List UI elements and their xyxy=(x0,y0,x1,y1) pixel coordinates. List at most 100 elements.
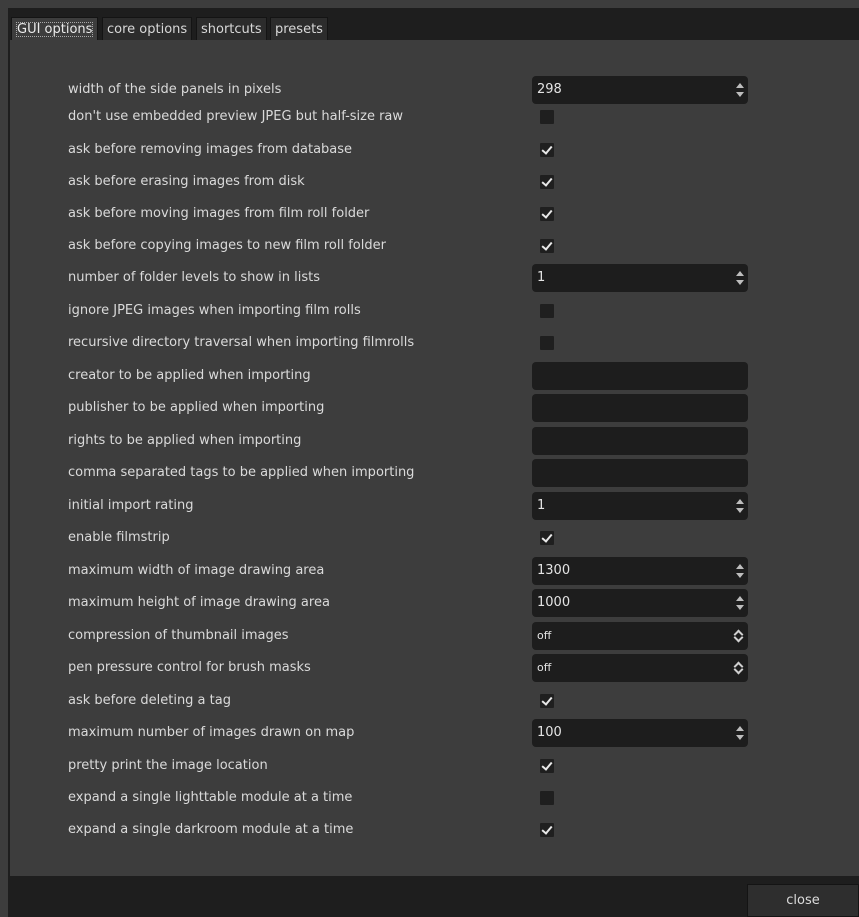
preference-row: maximum number of images drawn on map 100 xyxy=(10,719,859,747)
preference-row: creator to be applied when importing xyxy=(10,362,859,390)
preference-label: expand a single lighttable module at a t… xyxy=(68,790,353,805)
spin-arrows-icon[interactable] xyxy=(736,725,744,741)
preference-checkbox[interactable] xyxy=(540,531,554,545)
spin-arrows-icon[interactable] xyxy=(736,595,744,611)
preference-checkbox[interactable] xyxy=(540,791,554,805)
preference-label: creator to be applied when importing xyxy=(68,368,311,383)
preference-checkbox[interactable] xyxy=(540,759,554,773)
preference-row: ask before deleting a tag xyxy=(10,687,859,715)
preference-label: ask before moving images from film roll … xyxy=(68,206,370,221)
preference-label: ask before copying images to new film ro… xyxy=(68,238,386,253)
preference-row: publisher to be applied when importing xyxy=(10,394,859,422)
preference-value: 1300 xyxy=(537,563,571,578)
preference-dropdown[interactable]: off xyxy=(532,622,748,650)
preference-value: 1000 xyxy=(537,595,571,610)
preference-checkbox[interactable] xyxy=(540,110,554,124)
preference-text-field[interactable] xyxy=(532,459,748,487)
preference-value: 298 xyxy=(537,82,562,97)
preference-row: maximum height of image drawing area 1000 xyxy=(10,589,859,617)
tab-shortcuts[interactable]: shortcuts xyxy=(196,17,267,40)
preference-label: comma separated tags to be applied when … xyxy=(68,465,415,480)
preference-checkbox[interactable] xyxy=(540,143,554,157)
preference-label: initial import rating xyxy=(68,498,194,513)
preference-value: 1 xyxy=(537,498,546,513)
preference-spinbox[interactable]: 298 xyxy=(532,76,748,104)
preference-checkbox[interactable] xyxy=(540,175,554,189)
preference-label: publisher to be applied when importing xyxy=(68,400,325,415)
spin-arrows-icon[interactable] xyxy=(736,270,744,286)
preference-spinbox[interactable]: 1 xyxy=(532,264,748,292)
preference-checkbox[interactable] xyxy=(540,239,554,253)
preference-row: expand a single lighttable module at a t… xyxy=(10,784,859,812)
preference-row: ask before removing images from database xyxy=(10,136,859,164)
preference-spinbox[interactable]: 100 xyxy=(532,719,748,747)
preference-spinbox[interactable]: 1 xyxy=(532,492,748,520)
tab-label: GUI options xyxy=(16,22,94,37)
preference-value: off xyxy=(537,629,552,642)
spin-arrows-icon[interactable] xyxy=(736,498,744,514)
preference-label: pretty print the image location xyxy=(68,758,268,773)
preference-label: pen pressure control for brush masks xyxy=(68,660,311,675)
preference-row: expand a single darkroom module at a tim… xyxy=(10,816,859,844)
preference-row: width of the side panels in pixels 298 xyxy=(10,76,859,104)
preference-text-field[interactable] xyxy=(532,394,748,422)
preference-label: maximum number of images drawn on map xyxy=(68,725,355,740)
spin-arrows-icon[interactable] xyxy=(736,82,744,98)
preference-label: ignore JPEG images when importing film r… xyxy=(68,303,361,318)
preference-checkbox[interactable] xyxy=(540,207,554,221)
preference-row: compression of thumbnail images off xyxy=(10,622,859,650)
preference-row: enable filmstrip xyxy=(10,524,859,552)
preference-label: rights to be applied when importing xyxy=(68,433,302,448)
preference-checkbox[interactable] xyxy=(540,336,554,350)
tab-gui-options[interactable]: GUI options xyxy=(11,17,99,40)
preference-label: enable filmstrip xyxy=(68,530,170,545)
dialog-footer xyxy=(8,876,859,917)
tab-core-options[interactable]: core options xyxy=(102,17,193,40)
preference-spinbox[interactable]: 1300 xyxy=(532,557,748,585)
preference-text-field[interactable] xyxy=(532,362,748,390)
preference-value: off xyxy=(537,661,552,674)
preference-row: pen pressure control for brush masks off xyxy=(10,654,859,682)
preference-dropdown[interactable]: off xyxy=(532,654,748,682)
preference-label: expand a single darkroom module at a tim… xyxy=(68,822,354,837)
combo-arrows-icon[interactable] xyxy=(734,661,743,675)
preference-value: 1 xyxy=(537,270,546,285)
preference-label: don't use embedded preview JPEG but half… xyxy=(68,109,404,124)
preference-row: ask before moving images from film roll … xyxy=(10,200,859,228)
preference-row: ask before erasing images from disk xyxy=(10,168,859,196)
preference-checkbox[interactable] xyxy=(540,694,554,708)
preference-row: don't use embedded preview JPEG but half… xyxy=(10,103,859,131)
preference-row: pretty print the image location xyxy=(10,752,859,780)
preference-label: ask before removing images from database xyxy=(68,142,353,157)
preference-row: maximum width of image drawing area 1300 xyxy=(10,557,859,585)
preference-checkbox[interactable] xyxy=(540,823,554,837)
combo-arrows-icon[interactable] xyxy=(734,629,743,643)
gui-options-panel: width of the side panels in pixels 298 don… xyxy=(10,40,859,876)
tab-bar: GUI options core options shortcuts prese… xyxy=(8,8,859,40)
close-button[interactable]: close xyxy=(747,884,859,917)
preference-spinbox[interactable]: 1000 xyxy=(532,589,748,617)
preference-row: rights to be applied when importing xyxy=(10,427,859,455)
preference-label: maximum height of image drawing area xyxy=(68,595,330,610)
preference-row: recursive directory traversal when impor… xyxy=(10,329,859,357)
preference-row: ignore JPEG images when importing film r… xyxy=(10,297,859,325)
preference-label: number of folder levels to show in lists xyxy=(68,270,320,285)
preference-row: number of folder levels to show in lists… xyxy=(10,264,859,292)
tab-presets[interactable]: presets xyxy=(270,17,328,40)
tab-label: core options xyxy=(107,22,188,37)
preference-value: 100 xyxy=(537,725,562,740)
preference-checkbox[interactable] xyxy=(540,304,554,318)
preference-label: width of the side panels in pixels xyxy=(68,82,282,97)
tab-label: presets xyxy=(275,22,323,37)
preference-row: ask before copying images to new film ro… xyxy=(10,232,859,260)
tab-label: shortcuts xyxy=(201,22,262,37)
preference-label: ask before erasing images from disk xyxy=(68,174,305,189)
preference-label: compression of thumbnail images xyxy=(68,628,289,643)
preference-label: maximum width of image drawing area xyxy=(68,563,325,578)
preference-row: comma separated tags to be applied when … xyxy=(10,459,859,487)
preference-label: ask before deleting a tag xyxy=(68,693,231,708)
preference-label: recursive directory traversal when impor… xyxy=(68,335,415,350)
preference-text-field[interactable] xyxy=(532,427,748,455)
spin-arrows-icon[interactable] xyxy=(736,563,744,579)
preference-row: initial import rating 1 xyxy=(10,492,859,520)
